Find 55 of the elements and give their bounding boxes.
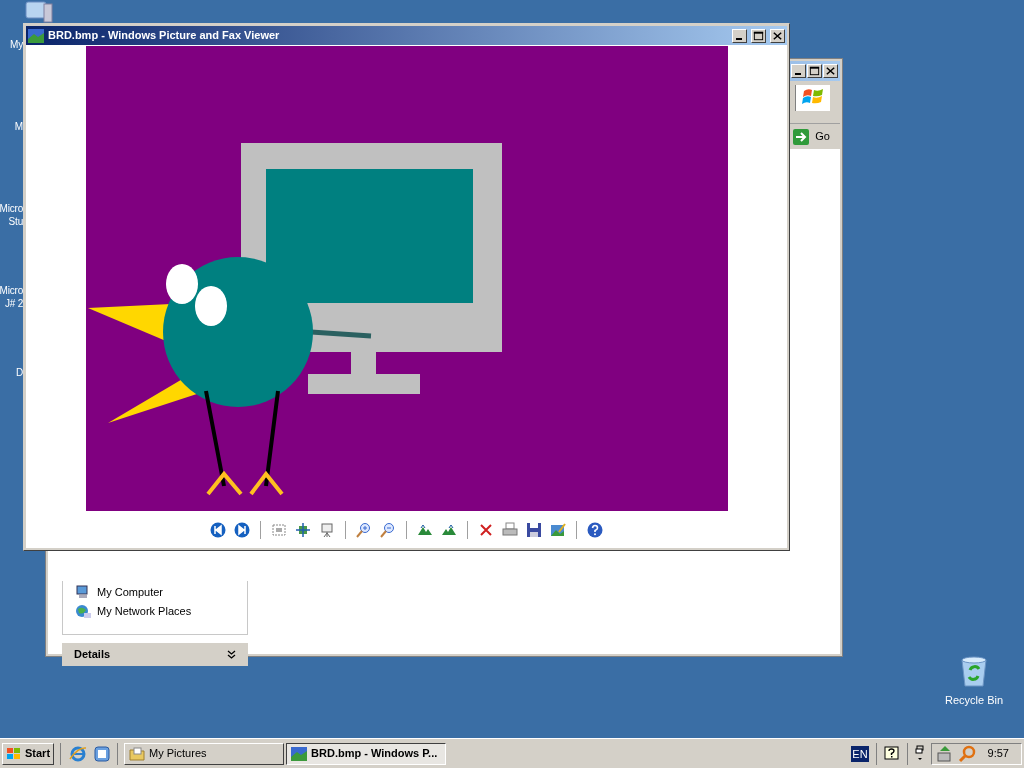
recycle-bin-icon[interactable] [959,656,989,688]
maximize-button[interactable] [751,28,766,43]
folder-icon [129,746,146,761]
edit-button[interactable] [549,521,567,539]
maximize-icon [808,65,821,77]
icon-label: J# 2 [4,297,23,310]
windows-logo-icon [795,85,830,111]
minimize-icon [794,73,801,75]
go-button[interactable]: Go [791,128,832,145]
place-link[interactable]: My Computer [75,585,247,599]
maximize-icon [752,29,765,42]
next-button[interactable] [233,521,251,539]
slideshow-button[interactable] [318,521,336,539]
close-button[interactable] [770,28,785,43]
print-button[interactable] [501,521,519,539]
desktop-icon[interactable] [93,744,112,763]
picture-icon [291,746,308,761]
details-header[interactable]: Details [62,643,248,666]
language-indicator[interactable]: EN [851,745,869,762]
network-icon [75,603,91,619]
help-button[interactable] [586,521,604,539]
help-icon[interactable] [883,745,900,762]
zoom-out-button[interactable] [379,521,397,539]
minimize-button[interactable] [791,64,806,78]
zoom-in-button[interactable] [355,521,373,539]
maximize-button[interactable] [807,64,822,78]
close-icon [771,29,784,42]
icon-label: Stu [8,215,23,228]
icon-label[interactable]: Recycle Bin [944,692,1004,709]
save-button[interactable] [525,521,543,539]
minimize-icon [735,37,742,40]
computer-icon[interactable] [24,0,54,24]
icon-label: My [10,38,23,51]
window-title: BRD.bmp - Windows Picture and Fax Viewer [48,28,281,44]
computer-icon [75,585,91,599]
icon-label: Micro [0,284,23,297]
place-link[interactable]: My Network Places [75,603,247,619]
browser-icon[interactable] [69,744,88,763]
picture-icon [28,28,44,43]
icon-label: M [14,120,23,133]
chevron-icon [227,650,236,659]
close-icon [824,65,837,77]
arrow-icon [793,128,810,145]
windows-logo-icon [6,746,22,761]
taskbar-button[interactable]: My Pictures [124,742,285,765]
icon-label: Micro [0,202,23,215]
tray-toggle-icon[interactable] [914,744,925,763]
icon-label: D [15,366,23,379]
start-button[interactable]: Start [2,742,55,765]
taskbar-button[interactable]: BRD.bmp - Windows P... [286,742,447,765]
minimize-button[interactable] [732,28,747,43]
actual-size-button[interactable] [294,521,312,539]
close-button[interactable] [823,64,838,78]
clock[interactable]: 9:57 [979,745,1017,762]
previous-button[interactable] [209,521,227,539]
